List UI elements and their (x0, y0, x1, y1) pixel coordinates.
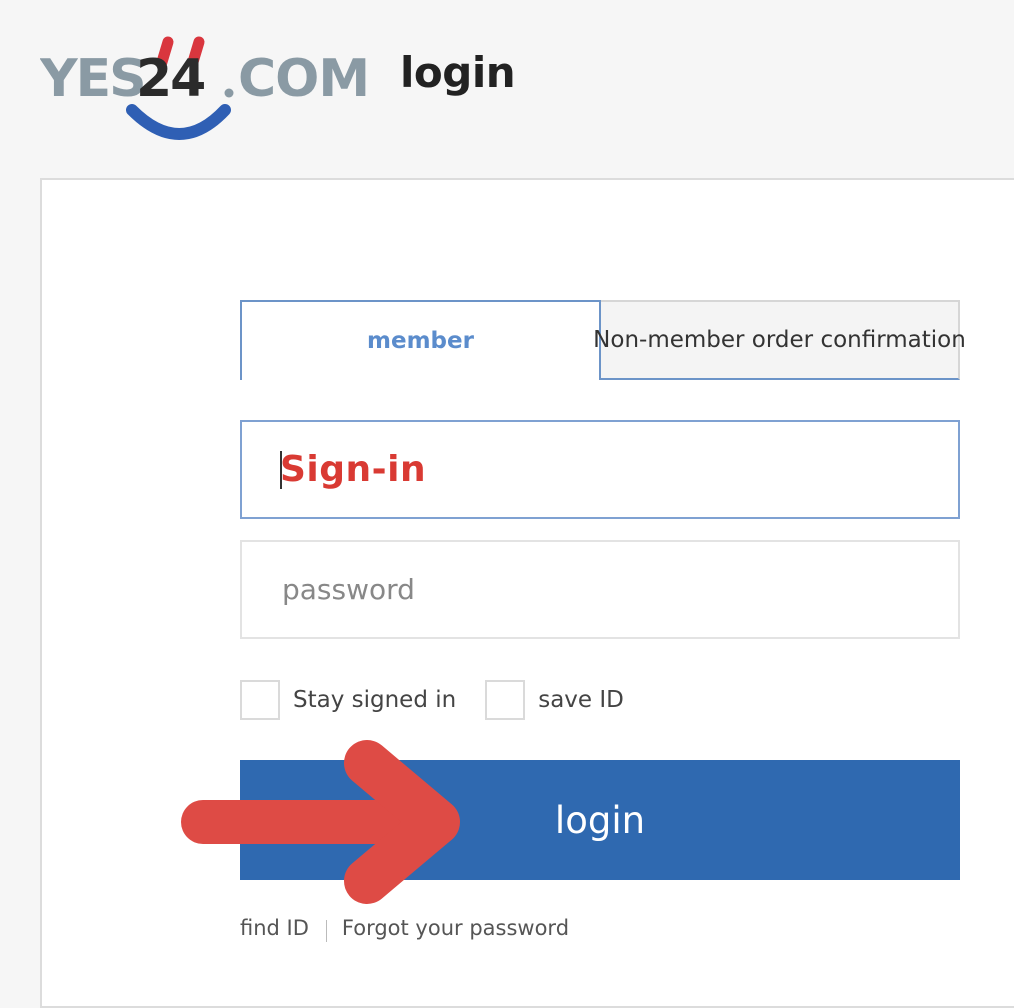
password-placeholder: password (282, 573, 415, 606)
svg-text:YES: YES (40, 49, 145, 109)
login-options: Stay signed in save ID (240, 680, 624, 720)
password-field[interactable]: password (240, 540, 960, 639)
save-id-label[interactable]: save ID (538, 687, 624, 713)
id-field[interactable]: Sign-in (240, 420, 960, 519)
account-links: find ID Forgot your password (240, 914, 569, 942)
login-tabs: member Non-member order confirmation (240, 300, 966, 380)
stay-signed-in-label[interactable]: Stay signed in (293, 687, 456, 713)
stay-signed-in-checkbox[interactable] (240, 680, 280, 720)
page-title: login (400, 48, 516, 97)
login-button[interactable]: login (240, 760, 960, 880)
forgot-password-link[interactable]: Forgot your password (342, 916, 569, 940)
svg-text:24: 24 (136, 49, 204, 109)
yes24-logo[interactable]: YES 24 COM (40, 18, 370, 140)
tab-member[interactable]: member (240, 300, 601, 380)
id-field-value: Sign-in (280, 449, 427, 490)
find-id-link[interactable]: find ID (240, 916, 309, 940)
svg-text:COM: COM (238, 49, 369, 109)
save-id-checkbox[interactable] (485, 680, 526, 720)
link-separator (325, 920, 327, 942)
tab-nonmember-order[interactable]: Non-member order confirmation (593, 300, 966, 380)
